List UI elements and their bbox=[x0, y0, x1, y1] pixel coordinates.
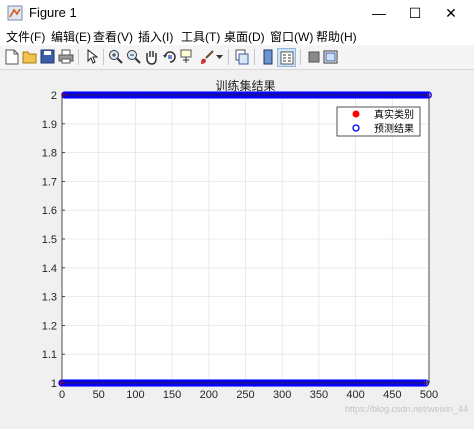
x-tick-label: 100 bbox=[126, 389, 144, 401]
maximize-button[interactable]: ☐ bbox=[397, 0, 433, 26]
x-tick-label: 0 bbox=[59, 389, 65, 401]
legend-marker-true-class bbox=[352, 110, 360, 118]
pan-button[interactable] bbox=[143, 48, 160, 65]
minimize-icon: — bbox=[372, 5, 386, 21]
x-tick-label: 250 bbox=[236, 389, 254, 401]
link-plot-icon bbox=[235, 49, 248, 64]
y-tick-label: 2 bbox=[51, 90, 57, 102]
brush-icon bbox=[200, 49, 214, 64]
toolbar-separator bbox=[228, 49, 229, 65]
y-tick-label: 1.1 bbox=[42, 349, 57, 361]
data-cursor-icon bbox=[180, 49, 191, 63]
open-file-icon bbox=[22, 51, 36, 63]
brush-button[interactable] bbox=[198, 48, 215, 65]
new-figure-icon bbox=[5, 49, 18, 64]
toolbar-separator bbox=[78, 49, 79, 65]
pan-hand-icon bbox=[146, 50, 157, 65]
insert-colorbar-icon bbox=[263, 49, 272, 64]
y-tick-label: 1.2 bbox=[42, 320, 57, 332]
y-tick-label: 1.7 bbox=[42, 176, 57, 188]
menu-edit[interactable]: 编辑(E) bbox=[51, 28, 91, 45]
close-button[interactable]: ✕ bbox=[433, 0, 469, 26]
x-tick-label: 500 bbox=[420, 389, 438, 401]
menu-window[interactable]: 窗口(W) bbox=[270, 28, 313, 45]
close-icon: ✕ bbox=[445, 4, 457, 21]
legend-label-true-class: 真实类别 bbox=[374, 108, 414, 121]
y-tick-label: 1.9 bbox=[42, 119, 57, 131]
brush-dropdown-icon bbox=[215, 54, 223, 59]
zoom-in-button[interactable] bbox=[107, 48, 124, 65]
toolbar-separator bbox=[300, 49, 301, 65]
x-tick-label: 200 bbox=[200, 389, 218, 401]
edit-plot-arrow-icon bbox=[87, 49, 98, 64]
x-tick-label: 300 bbox=[273, 389, 291, 401]
y-tick-label: 1.3 bbox=[42, 292, 57, 304]
minimize-button[interactable]: — bbox=[361, 0, 397, 26]
chart-title: 训练集结果 bbox=[215, 78, 275, 93]
figure-toolbar bbox=[0, 45, 474, 70]
data-cursor-button[interactable] bbox=[179, 48, 196, 65]
menu-insert[interactable]: 插入(I) bbox=[138, 28, 173, 45]
toolbar-separator bbox=[103, 49, 104, 65]
print-button[interactable] bbox=[57, 48, 74, 65]
toolbar-separator bbox=[254, 49, 255, 65]
watermark: https://blog.csdn.net/weixin_44 bbox=[345, 404, 468, 414]
menu-help[interactable]: 帮助(H) bbox=[316, 28, 357, 45]
menu-desktop[interactable]: 桌面(D) bbox=[224, 28, 265, 45]
zoom-in-icon bbox=[108, 49, 123, 64]
x-tick-label: 50 bbox=[93, 389, 105, 401]
y-tick-label: 1.8 bbox=[42, 148, 57, 160]
x-tick-label: 450 bbox=[383, 389, 401, 401]
insert-legend-button[interactable] bbox=[277, 48, 296, 67]
y-tick-label: 1 bbox=[51, 378, 57, 390]
insert-legend-icon bbox=[280, 51, 293, 64]
menu-bar: 文件(F) 编辑(E) 查看(V) 插入(I) 工具(T) 桌面(D) 窗口(W… bbox=[0, 26, 474, 45]
brush-dropdown-button[interactable] bbox=[215, 48, 223, 65]
y-tick-label: 1.4 bbox=[42, 263, 57, 275]
show-plot-tools-icon bbox=[323, 50, 338, 63]
save-icon bbox=[40, 49, 55, 64]
insert-colorbar-button[interactable] bbox=[259, 48, 276, 65]
x-tick-label: 350 bbox=[310, 389, 328, 401]
edit-plot-button[interactable] bbox=[83, 48, 100, 65]
x-tick-label: 150 bbox=[163, 389, 181, 401]
y-tick-label: 1.5 bbox=[42, 234, 57, 246]
link-plot-button[interactable] bbox=[233, 48, 250, 65]
hide-plot-tools-button[interactable] bbox=[305, 48, 322, 65]
scatter-chart: 训练集结果 0 50 100 150 200 250 300 350 400 450 500 1 1.… bbox=[42, 78, 468, 414]
show-plot-tools-button[interactable] bbox=[322, 48, 339, 65]
new-figure-button[interactable] bbox=[3, 48, 20, 65]
legend-label-predicted: 预测结果 bbox=[374, 122, 414, 135]
window-titlebar: Figure 1 — ☐ ✕ bbox=[0, 0, 474, 26]
window-title: Figure 1 bbox=[29, 5, 77, 20]
hide-plot-tools-icon bbox=[308, 51, 319, 62]
save-button[interactable] bbox=[39, 48, 56, 65]
figure-canvas: 训练集结果 0 50 100 150 200 250 300 350 400 450 500 1 1.… bbox=[0, 70, 474, 424]
maximize-icon: ☐ bbox=[408, 4, 422, 21]
menu-tools[interactable]: 工具(T) bbox=[181, 28, 220, 45]
rotate-3d-icon bbox=[162, 50, 176, 63]
menu-file[interactable]: 文件(F) bbox=[6, 28, 45, 45]
menu-view[interactable]: 查看(V) bbox=[93, 28, 133, 45]
matlab-figure-icon bbox=[7, 5, 23, 21]
x-tick-label: 400 bbox=[346, 389, 364, 401]
y-tick-label: 1.6 bbox=[42, 205, 57, 217]
print-icon bbox=[58, 49, 73, 64]
zoom-out-icon bbox=[126, 49, 141, 64]
rotate-3d-button[interactable] bbox=[161, 48, 178, 65]
zoom-out-button[interactable] bbox=[125, 48, 142, 65]
y-axis: 1 1.1 1.2 1.3 1.4 1.5 1.6 1.7 1.8 1.9 2 bbox=[42, 90, 65, 390]
legend[interactable]: 真实类别 预测结果 bbox=[336, 106, 421, 137]
open-file-button[interactable] bbox=[21, 48, 38, 65]
